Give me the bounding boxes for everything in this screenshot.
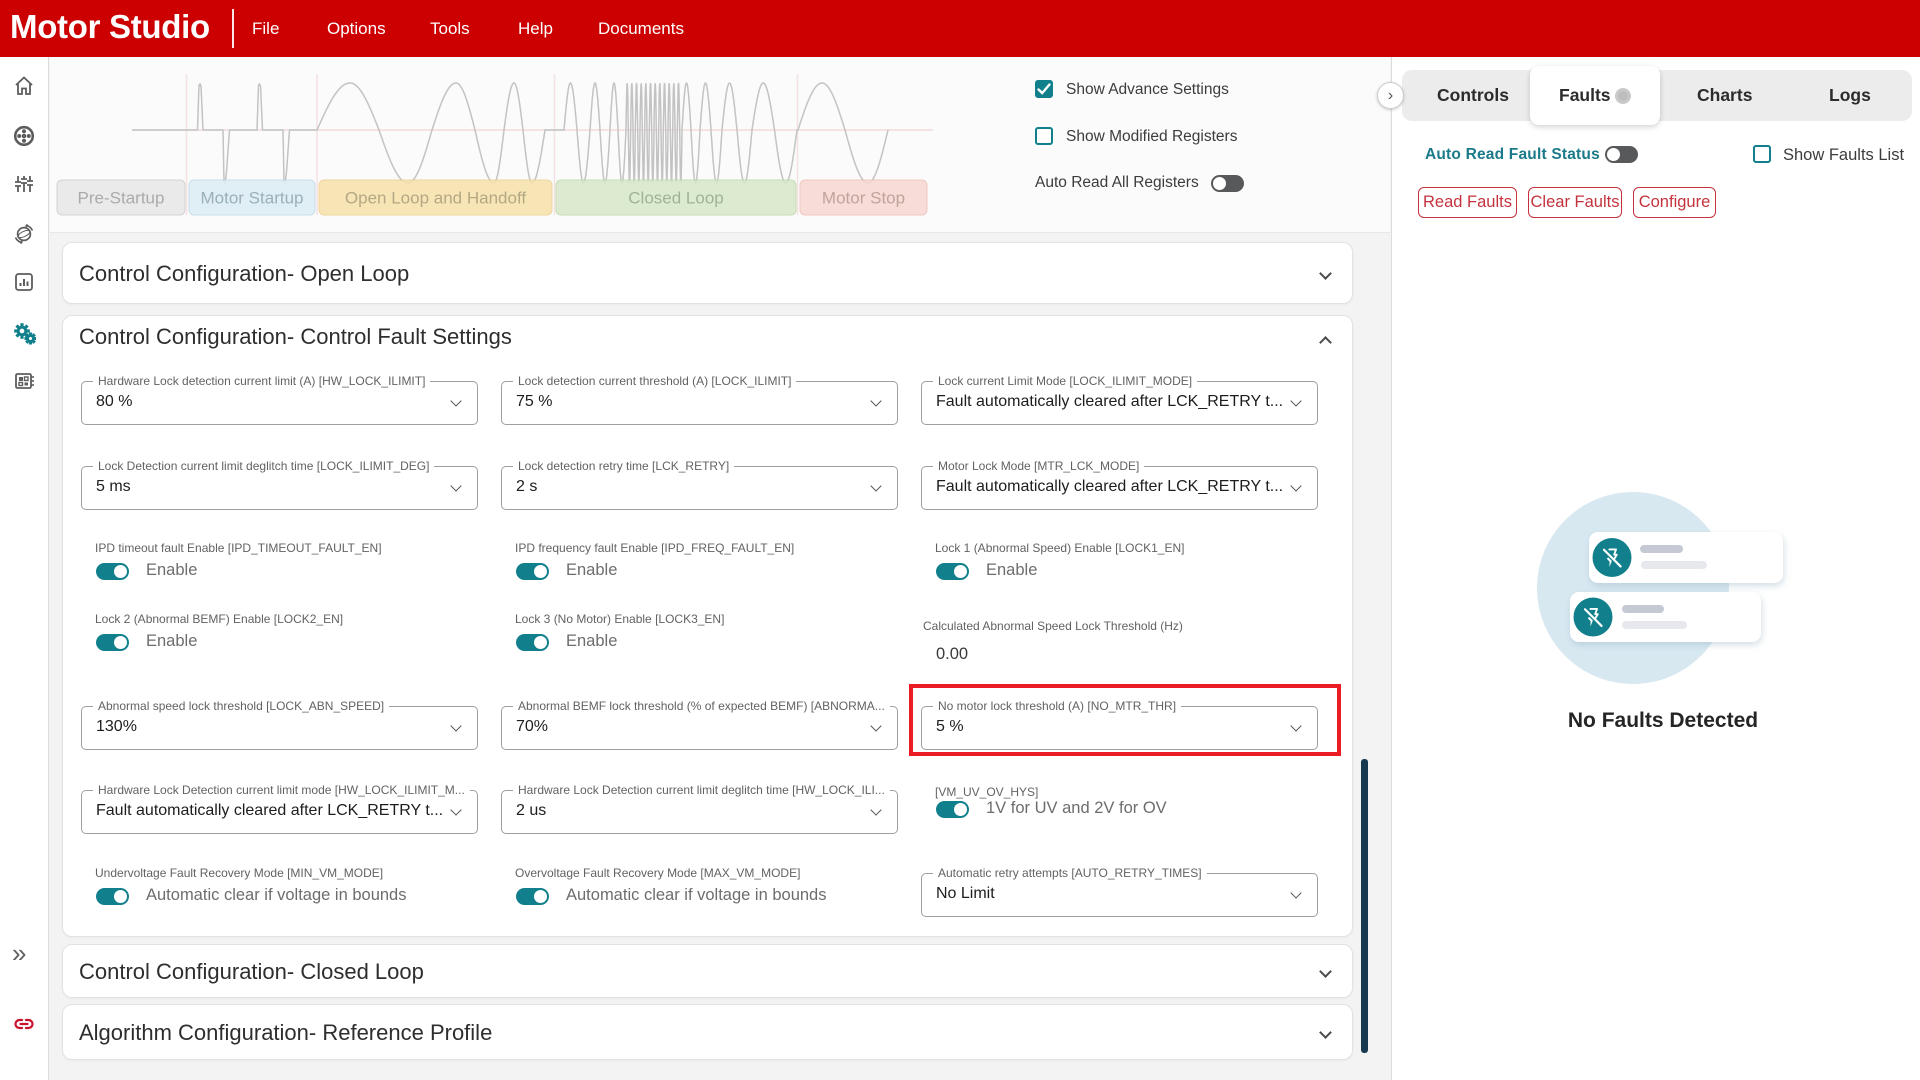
svg-text:Closed Loop: Closed Loop xyxy=(628,189,723,208)
svg-text:Pre-Startup: Pre-Startup xyxy=(78,189,165,208)
svg-text:Motor Stop: Motor Stop xyxy=(822,189,905,208)
svg-text:Motor Startup: Motor Startup xyxy=(201,189,304,208)
svg-text:Open Loop and Handoff: Open Loop and Handoff xyxy=(345,189,526,208)
